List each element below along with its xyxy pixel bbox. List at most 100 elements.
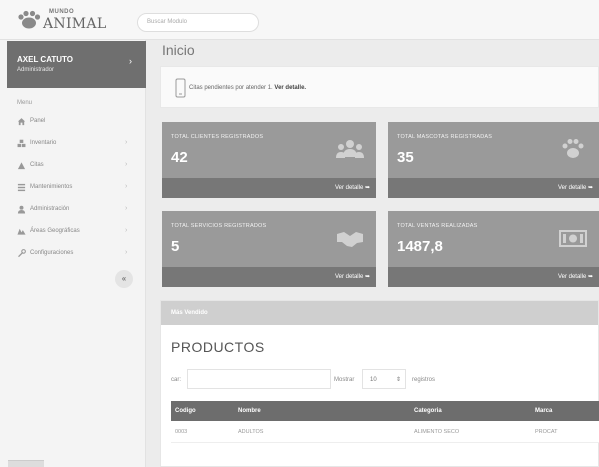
card-link-text: Ver detalle <box>557 185 587 191</box>
logo-small-text: MUNDO <box>49 9 75 15</box>
map-icon <box>17 228 26 235</box>
card-footer[interactable]: Ver detalle ➥ <box>162 267 376 287</box>
logo-big-text: ANIMAL <box>43 16 107 32</box>
column-header-marca[interactable]: Marca <box>535 408 552 414</box>
card-detail-link[interactable]: Ver detalle ➥ <box>335 184 370 191</box>
card-detail-link[interactable]: Ver detalle ➥ <box>558 273 593 280</box>
notice-detail-link[interactable]: Ver detalle. <box>274 85 306 91</box>
cell-categoria: ALIMENTO SECO <box>414 429 460 435</box>
card-value: 5 <box>171 238 180 255</box>
panel-header-text: Más Vendido <box>171 310 208 316</box>
chevron-right-icon: › <box>125 249 128 256</box>
card-link-text: Ver detalle <box>557 274 587 280</box>
arrow-circle-right-icon: ➥ <box>364 185 370 191</box>
sidebar-item-panel[interactable]: Panel <box>17 116 137 130</box>
card-label: TOTAL SERVICIOS REGISTRADOS <box>171 223 267 229</box>
sidebar-item-areas-geograficas[interactable]: Áreas Geográficas › <box>17 226 137 240</box>
chevron-right-icon: › <box>129 56 132 66</box>
user-panel[interactable]: AXEL CATUTO Administrador › <box>7 41 146 88</box>
menu-header: Menu <box>17 100 33 106</box>
panel-header: Más Vendido <box>161 301 598 325</box>
sidebar: AXEL CATUTO Administrador › Menu Panel I… <box>0 40 146 467</box>
card-link-text: Ver detalle <box>334 185 364 191</box>
sidebar-item-mantenimientos[interactable]: Mantenimientos › <box>17 182 137 196</box>
sidebar-collapse-button[interactable]: « <box>115 270 133 288</box>
calendar-icon <box>17 162 26 170</box>
sidebar-item-label: Administración <box>30 206 70 212</box>
notice-message: Citas pendientes por atender 1. <box>189 85 273 91</box>
card-body: TOTAL SERVICIOS REGISTRADOS 5 <box>162 211 376 267</box>
top-bar: MUNDO ANIMAL Buscar Modulo <box>0 0 599 40</box>
cell-nombre: ADULTOS <box>238 429 264 435</box>
handshake-icon <box>337 232 363 247</box>
chevron-updown-icon: ⇕ <box>396 377 402 383</box>
sidebar-item-inventario[interactable]: Inventario › <box>17 138 137 152</box>
sidebar-item-citas[interactable]: Citas › <box>17 160 137 174</box>
card-label: TOTAL MASCOTAS REGISTRADAS <box>397 134 493 140</box>
logo[interactable]: MUNDO ANIMAL <box>16 8 116 32</box>
card-value: 35 <box>397 149 414 166</box>
search-label: car: <box>171 377 182 383</box>
card-link-text: Ver detalle <box>334 274 364 280</box>
mobile-phone-icon <box>175 78 186 98</box>
arrow-circle-right-icon: ➥ <box>364 274 370 280</box>
sidebar-item-configuraciones[interactable]: Configuraciones › <box>17 248 137 262</box>
arrow-circle-right-icon: ➥ <box>587 185 593 191</box>
card-footer[interactable]: Ver detalle ➥ <box>388 267 599 287</box>
card-body: TOTAL MASCOTAS REGISTRADAS 35 <box>388 122 599 178</box>
card-detail-link[interactable]: Ver detalle ➥ <box>558 184 593 191</box>
card-body: TOTAL CLIENTES REGISTRADOS 42 <box>162 122 376 178</box>
products-title: PRODUCTOS <box>171 339 265 355</box>
users-icon <box>336 140 364 158</box>
paw-logo-icon <box>18 10 41 29</box>
column-header-codigo[interactable]: Codigo <box>175 408 196 414</box>
table-header: Codigo Nombre Categoria Marca <box>171 401 599 421</box>
chevron-right-icon: › <box>125 227 128 234</box>
show-label: Mostrar <box>334 377 355 383</box>
cell-codigo: 0003 <box>175 429 188 435</box>
paw-icon <box>562 139 584 158</box>
card-footer[interactable]: Ver detalle ➥ <box>162 178 376 198</box>
chevron-right-icon: › <box>125 139 128 146</box>
sidebar-item-label: Panel <box>30 118 46 124</box>
sidebar-item-label: Mantenimientos <box>30 184 73 190</box>
cell-marca: PROCAT <box>535 429 558 435</box>
card-detail-link[interactable]: Ver detalle ➥ <box>335 273 370 280</box>
user-role: Administrador <box>17 67 55 73</box>
card-value: 42 <box>171 149 188 166</box>
card-body: TOTAL VENTAS REALIZADAS 1487,8 <box>388 211 599 267</box>
money-icon <box>559 230 587 247</box>
list-icon <box>17 183 26 192</box>
home-icon <box>17 118 26 126</box>
card-label: TOTAL CLIENTES REGISTRADOS <box>171 134 264 140</box>
chevron-right-icon: › <box>125 183 128 190</box>
sidebar-item-label: Áreas Geográficas <box>30 228 80 234</box>
card-footer[interactable]: Ver detalle ➥ <box>388 178 599 198</box>
page-size-select[interactable]: 10 ⇕ <box>362 369 406 389</box>
notice-text: Citas pendientes por atender 1. Ver deta… <box>189 85 306 91</box>
arrow-circle-right-icon: ➥ <box>587 274 593 280</box>
sidebar-item-label: Citas <box>30 162 44 168</box>
wrench-icon <box>18 249 26 258</box>
table-row: 0003 ADULTOS ALIMENTO SECO PROCAT <box>171 421 599 443</box>
footer-bar <box>8 460 44 467</box>
page-title: Inicio <box>162 42 195 58</box>
table-search-input[interactable] <box>187 369 331 389</box>
chevron-right-icon: › <box>125 161 128 168</box>
page-size-value: 10 <box>370 377 377 383</box>
column-header-categoria[interactable]: Categoria <box>414 408 442 414</box>
sidebar-item-label: Inventario <box>30 140 57 146</box>
boxes-icon <box>17 139 26 148</box>
sidebar-item-label: Configuraciones <box>30 250 74 256</box>
sidebar-item-administracion[interactable]: Administración › <box>17 204 137 218</box>
user-name: AXEL CATUTO <box>17 55 74 64</box>
best-sellers-panel: Más Vendido PRODUCTOS car: Mostrar 10 ⇕ … <box>160 300 599 467</box>
user-icon <box>17 205 26 214</box>
records-label: registros <box>412 377 436 383</box>
search-input[interactable]: Buscar Modulo <box>137 13 259 32</box>
pending-appointments-notice: Citas pendientes por atender 1. Ver deta… <box>160 66 599 108</box>
chevron-right-icon: › <box>125 205 128 212</box>
card-value: 1487,8 <box>397 238 443 255</box>
column-header-nombre[interactable]: Nombre <box>238 408 261 414</box>
card-label: TOTAL VENTAS REALIZADAS <box>397 223 478 229</box>
